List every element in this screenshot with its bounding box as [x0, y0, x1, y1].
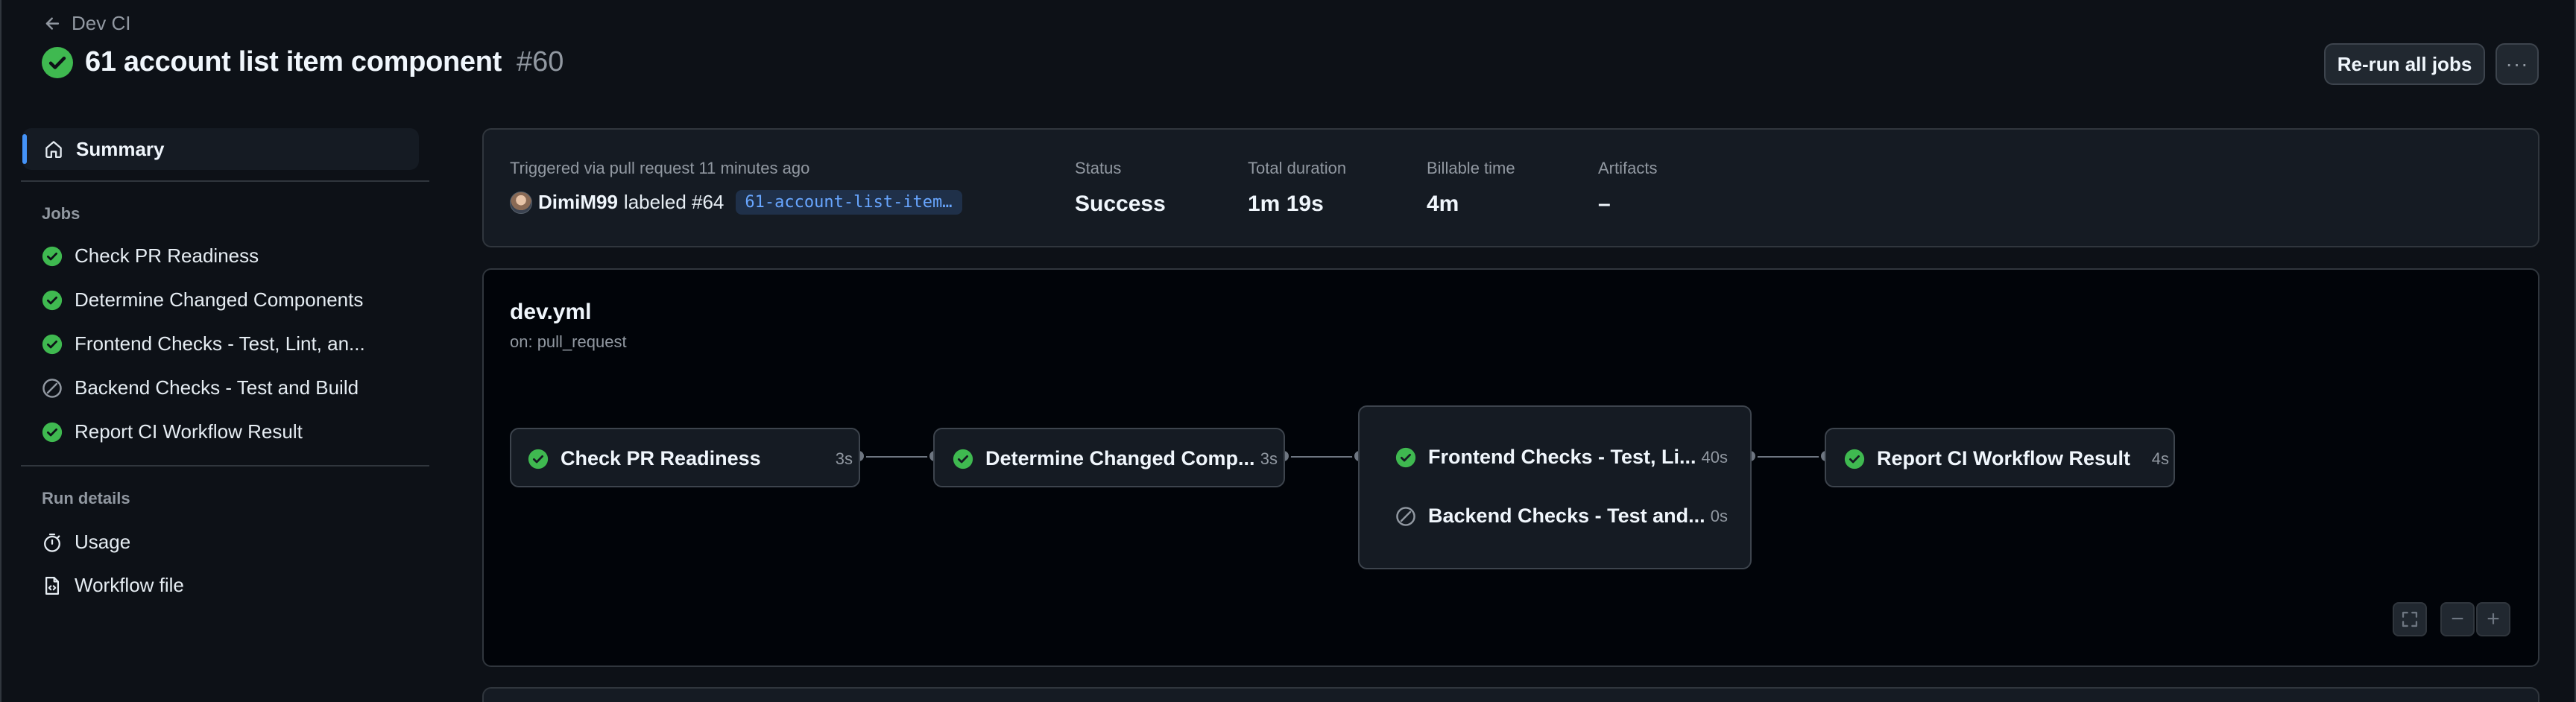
sidebar-item-label: Frontend Checks - Test, Lint, an...: [75, 332, 365, 355]
fullscreen-button[interactable]: [2393, 602, 2427, 636]
workflow-file-name: dev.yml: [510, 300, 592, 324]
total-duration-label: Total duration: [1248, 159, 1347, 177]
graph-job-determine-changed-components[interactable]: Determine Changed Comp... 3s: [933, 428, 1285, 487]
trigger-text: Triggered via pull request 11 minutes ag…: [510, 159, 810, 177]
jobs-heading: Jobs: [42, 204, 80, 223]
left-border: [0, 0, 1, 702]
sidebar-item-label: Summary: [76, 137, 165, 160]
billable-time-label: Billable time: [1427, 159, 1515, 177]
run-details-heading: Run details: [42, 489, 130, 507]
skip-icon: [1396, 506, 1415, 526]
graph-connector: [859, 456, 935, 458]
more-options-button[interactable]: ···: [2496, 43, 2539, 85]
status-stat: Status Success: [1075, 159, 1166, 217]
back-link-label: Dev CI: [72, 12, 131, 34]
graph-job-backend-checks[interactable]: Backend Checks - Test and... 0s: [1395, 505, 1728, 528]
check-circle-icon: [42, 334, 63, 354]
graph-job-row: Check PR Readiness 3s: [528, 447, 856, 470]
check-circle-icon: [528, 449, 549, 469]
trigger-actor-row: DimiM99 labeled #64 61-account-list-item…: [510, 190, 963, 215]
actor-name[interactable]: DimiM99: [538, 191, 618, 214]
graph-job-frontend-checks[interactable]: Frontend Checks - Test, Li... 40s: [1395, 446, 1728, 469]
graph-job-group: Frontend Checks - Test, Li... 40s Backen…: [1358, 405, 1752, 569]
zoom-in-button[interactable]: +: [2476, 602, 2510, 636]
check-circle-icon: [42, 290, 63, 310]
sidebar-item-summary[interactable]: Summary: [22, 128, 419, 170]
status-label: Status: [1075, 159, 1122, 177]
skip-icon: [42, 378, 62, 398]
check-circle-icon: [42, 46, 73, 78]
artifacts-value: –: [1598, 192, 1611, 216]
workflow-run-page: Dev CI 61 account list item component #6…: [0, 0, 2576, 702]
minus-icon: −: [2451, 607, 2464, 631]
billable-time-value: 4m: [1427, 192, 1459, 216]
job-duration: 3s: [835, 449, 853, 468]
job-name: Check PR Readiness: [561, 447, 761, 469]
artifacts-label: Artifacts: [1598, 159, 1658, 177]
sidebar-divider: [21, 180, 429, 182]
sidebar-item-label: Check PR Readiness: [75, 244, 259, 267]
sidebar-job-determine-changed-components[interactable]: Determine Changed Components: [42, 288, 363, 312]
check-circle-icon: [42, 422, 63, 442]
next-section-card: [482, 687, 2539, 702]
file-code-icon: [45, 576, 60, 595]
sidebar-item-label: Usage: [75, 531, 131, 553]
artifacts-stat: Artifacts –: [1598, 159, 1657, 217]
active-indicator: [22, 134, 27, 164]
branch-name-badge[interactable]: 61-account-list-item-component: [736, 190, 963, 215]
check-circle-icon: [953, 449, 973, 469]
sidebar-item-label: Determine Changed Components: [75, 288, 364, 311]
avatar[interactable]: [510, 191, 532, 214]
arrow-left-icon: [45, 16, 60, 30]
job-duration: 3s: [1260, 449, 1278, 468]
back-to-workflow-link[interactable]: Dev CI: [43, 12, 130, 35]
kebab-horizontal-icon: ···: [2505, 52, 2529, 75]
home-icon: [45, 141, 62, 158]
page-title: 61 account list item component: [85, 46, 502, 78]
run-number: #60: [517, 46, 564, 78]
graph-job-check-pr-readiness[interactable]: Check PR Readiness 3s: [510, 428, 860, 487]
job-duration: 40s: [1701, 447, 1728, 467]
graph-job-row: Report CI Workflow Result 4s: [1844, 447, 2172, 470]
stopwatch-icon: [44, 533, 60, 552]
sidebar-job-check-pr-readiness[interactable]: Check PR Readiness: [42, 244, 259, 268]
job-name: Frontend Checks - Test, Li...: [1428, 446, 1696, 468]
sidebar-item-workflow-file[interactable]: Workflow file: [42, 574, 184, 597]
rerun-all-jobs-button[interactable]: Re-run all jobs: [2324, 43, 2485, 85]
job-name: Backend Checks - Test and...: [1428, 505, 1705, 527]
billable-time-stat: Billable time 4m: [1427, 159, 1515, 217]
job-name: Determine Changed Comp...: [985, 447, 1255, 469]
fullscreen-icon: [2402, 611, 2418, 627]
zoom-out-button[interactable]: −: [2440, 602, 2475, 636]
job-duration: 0s: [1710, 506, 1728, 525]
status-value: Success: [1075, 192, 1166, 216]
plus-icon: +: [2487, 607, 2500, 631]
graph-job-report-ci-workflow-result[interactable]: Report CI Workflow Result 4s: [1825, 428, 2175, 487]
graph-connector: [1750, 456, 1826, 458]
total-duration-value: 1m 19s: [1248, 192, 1324, 216]
total-duration-stat: Total duration 1m 19s: [1248, 159, 1346, 217]
sidebar-job-report-ci-workflow-result[interactable]: Report CI Workflow Result: [42, 420, 303, 443]
check-circle-icon: [42, 246, 63, 266]
check-circle-icon: [1844, 449, 1865, 469]
sidebar-divider: [21, 465, 429, 467]
trigger-action: labeled #64: [623, 191, 724, 213]
check-circle-icon: [1395, 447, 1416, 467]
sidebar-item-usage[interactable]: Usage: [42, 531, 130, 554]
graph-connector: [1284, 456, 1360, 458]
sidebar-item-label: Workflow file: [75, 574, 184, 596]
job-duration: 4s: [2151, 449, 2169, 468]
workflow-trigger: on: pull_request: [510, 332, 627, 351]
sidebar-job-backend-checks[interactable]: Backend Checks - Test and Build: [42, 376, 359, 399]
sidebar-item-label: Report CI Workflow Result: [75, 420, 303, 443]
page-title-row: 61 account list item component #60: [42, 46, 564, 78]
sidebar-item-label: Backend Checks - Test and Build: [75, 376, 359, 399]
graph-job-row: Determine Changed Comp... 3s: [953, 447, 1281, 470]
job-name: Report CI Workflow Result: [1877, 447, 2131, 469]
sidebar-job-frontend-checks[interactable]: Frontend Checks - Test, Lint, an...: [42, 332, 365, 355]
